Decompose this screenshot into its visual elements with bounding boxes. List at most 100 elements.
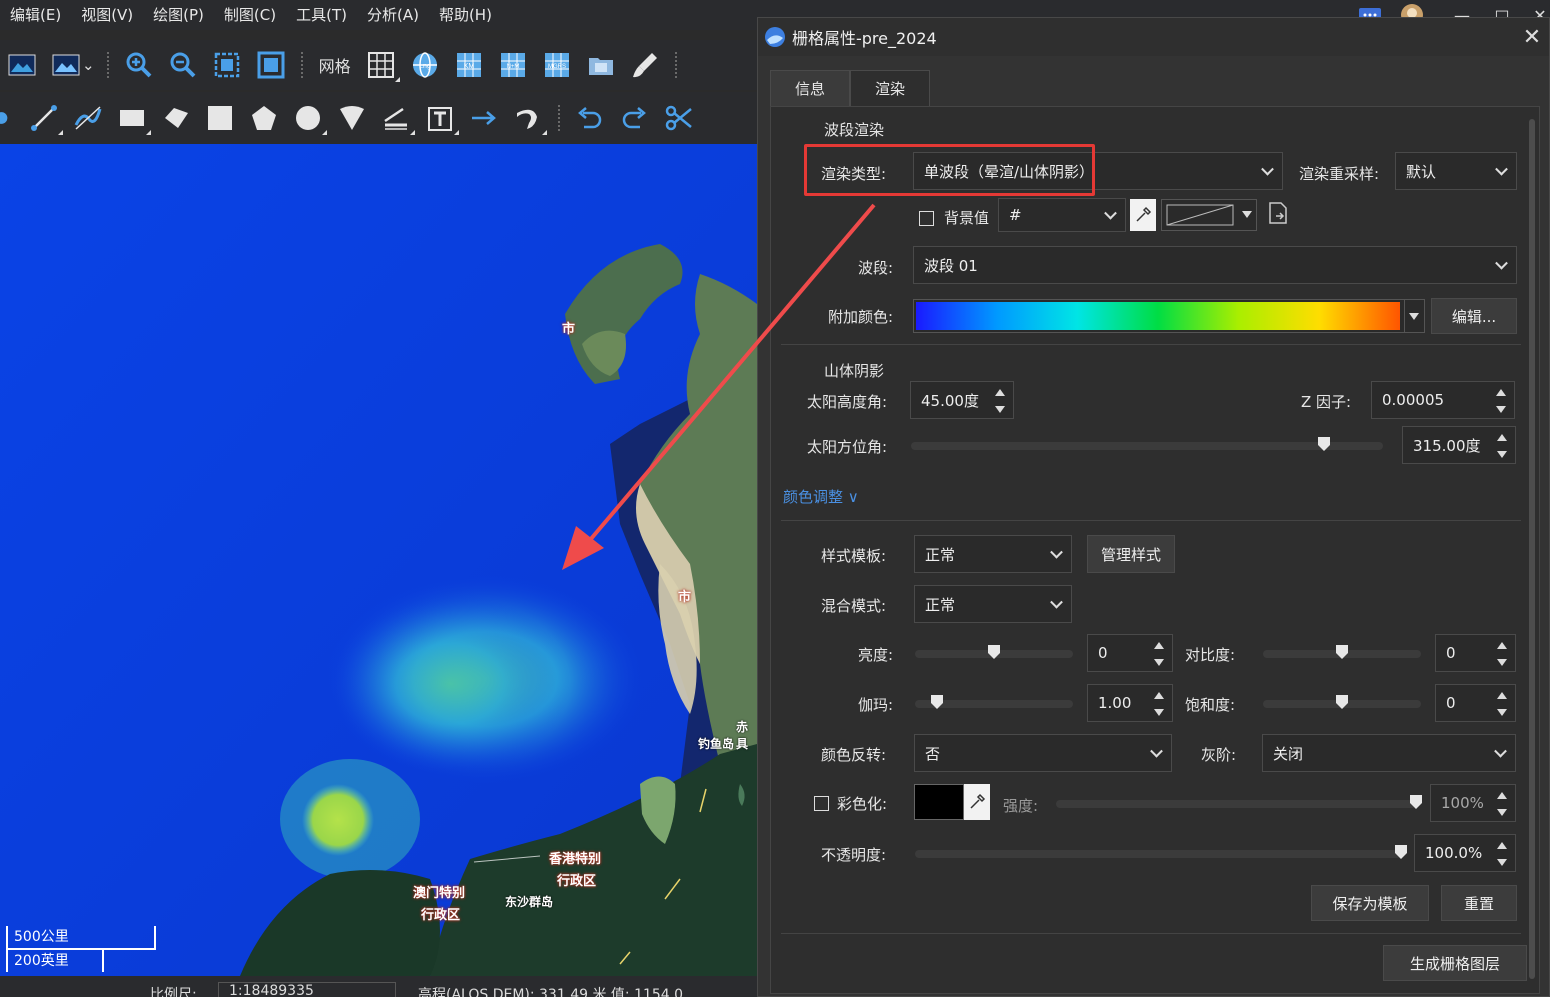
export-doc-icon[interactable]: [1268, 201, 1288, 229]
image-dropdown-icon[interactable]: [44, 45, 88, 85]
z-factor-spinbox[interactable]: 0.00005: [1371, 381, 1515, 419]
color-adjust-toggle[interactable]: 颜色调整 ∨: [783, 486, 859, 507]
sector-icon[interactable]: [330, 98, 374, 138]
eyedropper-icon[interactable]: [964, 784, 990, 820]
spin-arrows-icon[interactable]: [1497, 792, 1507, 816]
gamma-spinbox[interactable]: 1.00: [1087, 684, 1173, 722]
zoom-out-icon[interactable]: [161, 45, 205, 85]
zoom-extent-icon[interactable]: [205, 45, 249, 85]
sun-azimuth-spinbox[interactable]: 315.00度: [1402, 426, 1516, 464]
circle-icon[interactable]: [286, 98, 330, 138]
tab-render[interactable]: 渲染: [850, 70, 930, 106]
mgrs-grid-icon[interactable]: MGRS: [535, 45, 579, 85]
reset-button[interactable]: 重置: [1441, 885, 1517, 921]
generate-raster-layer-button[interactable]: 生成栅格图层: [1383, 945, 1527, 981]
square-icon[interactable]: [198, 98, 242, 138]
spin-arrows-icon[interactable]: [1154, 692, 1164, 716]
slider-thumb[interactable]: [1318, 437, 1330, 451]
band-select[interactable]: 波段 01: [913, 246, 1517, 284]
background-value-select[interactable]: #: [998, 198, 1126, 232]
chevron-down-icon: [1104, 206, 1117, 220]
saturation-spinbox[interactable]: 0: [1435, 684, 1516, 722]
slider-thumb[interactable]: [988, 645, 1000, 659]
background-checkbox[interactable]: [919, 211, 934, 226]
edit-color-ramp-button[interactable]: 编辑...: [1431, 298, 1517, 334]
slider-thumb[interactable]: [1395, 845, 1407, 859]
line-icon[interactable]: [22, 98, 66, 138]
km-grid-icon[interactable]: KM: [447, 45, 491, 85]
spin-arrows-icon[interactable]: [1497, 842, 1507, 866]
grayscale-select[interactable]: 关闭: [1262, 734, 1516, 772]
saturation-slider[interactable]: [1263, 695, 1421, 709]
brightness-slider[interactable]: [915, 645, 1073, 659]
contrast-slider[interactable]: [1263, 645, 1421, 659]
manage-style-button[interactable]: 管理样式: [1087, 535, 1175, 573]
rectangle-icon[interactable]: [110, 98, 154, 138]
dialog-titlebar[interactable]: 栅格属性-pre_2024: [758, 18, 1549, 56]
resample-select[interactable]: 默认: [1395, 152, 1517, 190]
undo-icon[interactable]: [568, 98, 612, 138]
slider-thumb[interactable]: [1336, 645, 1348, 659]
style-template-select[interactable]: 正常: [914, 535, 1072, 573]
redo-icon[interactable]: [612, 98, 656, 138]
strength-spinbox[interactable]: 100%: [1430, 784, 1516, 822]
opacity-spinbox[interactable]: 100.0%: [1414, 834, 1516, 872]
colorize-checkbox[interactable]: [814, 796, 829, 811]
svg-text:N+M: N+M: [506, 64, 519, 70]
menu-draw[interactable]: 绘图(P): [143, 0, 214, 30]
globe-icon[interactable]: Lng: [403, 45, 447, 85]
curved-arrow-icon[interactable]: [506, 98, 550, 138]
spin-arrows-icon[interactable]: [995, 389, 1005, 413]
brush-icon[interactable]: [623, 45, 667, 85]
spin-arrows-icon[interactable]: [1497, 434, 1507, 458]
scale-combo[interactable]: 1:18489335: [218, 982, 396, 997]
slider-thumb[interactable]: [931, 695, 944, 709]
menu-tools[interactable]: 工具(T): [286, 0, 357, 30]
colorize-color-swatch[interactable]: [914, 784, 964, 820]
sun-azimuth-slider[interactable]: [911, 437, 1383, 451]
contrast-spinbox[interactable]: 0: [1435, 634, 1516, 672]
pentagon-icon[interactable]: [242, 98, 286, 138]
polygon-icon[interactable]: [154, 98, 198, 138]
scrollbar[interactable]: [1529, 119, 1535, 979]
menu-cartography[interactable]: 制图(C): [214, 0, 286, 30]
strength-slider[interactable]: [1056, 795, 1422, 809]
menu-help[interactable]: 帮助(H): [429, 0, 502, 30]
sun-altitude-spinbox[interactable]: 45.00度: [910, 381, 1014, 419]
folder-icon[interactable]: [579, 45, 623, 85]
menu-analysis[interactable]: 分析(A): [357, 0, 429, 30]
spin-arrows-icon[interactable]: [1154, 642, 1164, 666]
zoom-in-icon[interactable]: [117, 45, 161, 85]
line-style-select[interactable]: [1161, 199, 1257, 231]
spin-arrows-icon[interactable]: [1497, 692, 1507, 716]
close-icon[interactable]: ✕: [1519, 24, 1545, 50]
spin-arrows-icon[interactable]: [1496, 389, 1506, 413]
tab-info[interactable]: 信息: [770, 70, 850, 106]
slider-thumb[interactable]: [1336, 695, 1348, 709]
image-icon[interactable]: [0, 45, 44, 85]
map-view[interactable]: 市 市 赤具 钓鱼岛 香港特别 行政区 澳门特别 行政区 东沙群岛 500公里 …: [0, 144, 757, 976]
measure-icon[interactable]: [374, 98, 418, 138]
invert-select[interactable]: 否: [914, 734, 1172, 772]
brightness-spinbox[interactable]: 0: [1087, 634, 1173, 672]
scissors-icon[interactable]: [656, 98, 700, 138]
arrow-right-icon[interactable]: [462, 98, 506, 138]
save-template-button[interactable]: 保存为模板: [1311, 885, 1429, 921]
color-ramp-select[interactable]: [913, 299, 1425, 333]
nm-grid-icon[interactable]: N+M: [491, 45, 535, 85]
gamma-slider[interactable]: [915, 695, 1073, 709]
toolbar-draw: [0, 92, 760, 144]
full-extent-icon[interactable]: [249, 45, 293, 85]
eyedropper-icon[interactable]: [1130, 199, 1156, 231]
spin-arrows-icon[interactable]: [1497, 642, 1507, 666]
blend-mode-select[interactable]: 正常: [914, 585, 1072, 623]
opacity-slider[interactable]: [915, 845, 1407, 859]
menu-edit[interactable]: 编辑(E): [0, 0, 71, 30]
grid-icon[interactable]: [359, 45, 403, 85]
point-icon[interactable]: [0, 98, 22, 138]
map-label-diaoyu: 钓鱼岛: [698, 737, 735, 751]
slider-thumb[interactable]: [1410, 795, 1422, 809]
menu-view[interactable]: 视图(V): [71, 0, 143, 30]
polyline-icon[interactable]: [66, 98, 110, 138]
text-icon[interactable]: [418, 98, 462, 138]
